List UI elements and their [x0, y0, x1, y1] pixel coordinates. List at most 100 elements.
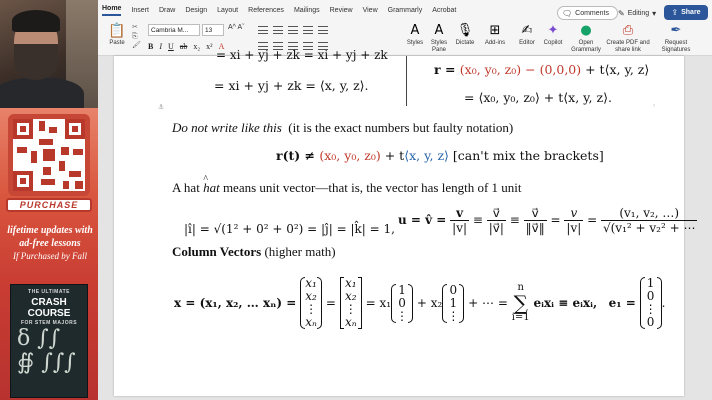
- eq-r-red-part: (x₀, y₀, z₀) − (0,0,0): [459, 62, 582, 77]
- purchase-badge[interactable]: PURCHASE: [6, 198, 92, 212]
- dictate-label: Dictate: [455, 40, 475, 46]
- increase-indent-icon[interactable]: [318, 26, 328, 34]
- sum-lower: i=1: [511, 312, 530, 323]
- dont-write-note: (it is the exact numbers but faulty nota…: [288, 120, 514, 135]
- bullets-icon[interactable]: [258, 26, 268, 34]
- copilot-icon: ✦: [547, 23, 559, 38]
- hat-accent: ^: [203, 174, 208, 185]
- col-e1-vector: 1 0 ⋮ 0: [639, 277, 662, 329]
- comments-label: Comments: [575, 9, 609, 17]
- col-e1-lhs: e₁ =: [608, 296, 636, 310]
- create-pdf-button[interactable]: ⎙ Create PDF and share link: [606, 22, 650, 54]
- column-vectors-note: (higher math): [264, 244, 336, 259]
- book-pretitle: THE ULTIMATE: [28, 289, 70, 295]
- paragraph-mark-icon: ◦: [652, 102, 657, 110]
- tab-home[interactable]: Home: [102, 5, 122, 16]
- tab-grammarly[interactable]: Grammarly: [388, 7, 423, 14]
- tab-draw[interactable]: Draw: [159, 7, 175, 14]
- clipboard-icon: 📋: [108, 23, 126, 39]
- col-sum-mid: = x₁: [365, 296, 392, 310]
- strikethrough-button[interactable]: ab: [180, 42, 188, 51]
- promo-line-3: If Purchased by Fall: [13, 251, 87, 261]
- eq-wrong-blue: ⟨x, y, z⟩: [404, 148, 449, 163]
- column-vectors-title: Column Vectors: [172, 244, 262, 259]
- column-vectors-heading: Column Vectors (higher math): [172, 244, 336, 260]
- microphone-icon: 🎙: [456, 23, 474, 38]
- addins-label: Add-ins: [484, 40, 506, 46]
- numbering-icon[interactable]: [273, 26, 283, 34]
- share-button[interactable]: ⇪ Share: [664, 5, 708, 20]
- tab-view[interactable]: View: [363, 7, 378, 14]
- col-entry: 0: [646, 315, 655, 329]
- copy-icon[interactable]: ⎘: [132, 32, 138, 40]
- col-vector-bracket: x₁ x₂ ⋮ xₙ: [339, 277, 362, 329]
- bold-button[interactable]: B: [148, 42, 153, 51]
- dont-write-line: Do not write like this (it is the exact …: [172, 120, 513, 136]
- document-page[interactable]: = xi + yj + zk = xi + yj + zk = xi + yj …: [114, 48, 698, 396]
- request-signatures-button[interactable]: ✒ Request Signatures: [654, 22, 698, 54]
- font-size-select[interactable]: 13: [202, 24, 224, 36]
- paragraph-row-1: [258, 24, 333, 36]
- eq-wrong-note: [can't mix the brackets]: [452, 148, 604, 163]
- eq-r-symbol: r =: [434, 62, 460, 77]
- cut-icon[interactable]: ✂: [132, 23, 138, 31]
- tab-design[interactable]: Design: [185, 7, 207, 14]
- superscript-button[interactable]: x²: [206, 42, 212, 51]
- underline-button[interactable]: U: [168, 42, 174, 51]
- grammarly-icon: ●: [580, 23, 592, 38]
- create-pdf-label: Create PDF and share link: [606, 40, 650, 53]
- book-cover[interactable]: THE ULTIMATE CRASH COURSE FOR STEM MAJOR…: [10, 284, 88, 398]
- request-signatures-label: Request Signatures: [661, 40, 691, 53]
- comment-icon: 🗨: [562, 8, 573, 18]
- eq-top-right-1: r = (x₀, y₀, z₀) − (0,0,0) + t⟨x, y, z⟩: [434, 62, 649, 77]
- document-area[interactable]: = xi + yj + zk = xi + yj + zk = xi + yj …: [98, 48, 712, 400]
- eq-top-left-1: = xi + yj + zk = xi + yj + zk: [216, 48, 388, 62]
- editing-label: Editing: [627, 9, 650, 17]
- col-entry: ⋮: [447, 308, 460, 323]
- signature-icon: ✒: [670, 23, 682, 38]
- italic-button[interactable]: I: [159, 42, 162, 51]
- editing-mode-button[interactable]: ✎ Editing ▾: [612, 6, 665, 20]
- copilot-button[interactable]: ✦ Copilot: [538, 22, 568, 47]
- eq-column-vector: x = (x₁, x₂, … xₙ) = x₁ x₂ ⋮ xₙ = x₁ x₂ …: [174, 276, 666, 329]
- hat-sentence: A hat ^ hat means unit vector—that is, th…: [172, 174, 522, 196]
- eq-wrong-lhs: r(t) ≠: [276, 148, 320, 163]
- tab-references[interactable]: References: [248, 7, 284, 14]
- tab-layout[interactable]: Layout: [217, 7, 238, 14]
- promo-line-1: lifetime updates with: [7, 225, 93, 236]
- word-ribbon: Home Insert Draw Design Layout Reference…: [98, 0, 712, 56]
- book-title: CRASH COURSE: [27, 297, 71, 319]
- subscript-button[interactable]: x₂: [193, 42, 200, 51]
- frac-arrow-v-over-double-norm: v⃗ ‖v⃗‖: [523, 206, 547, 235]
- col-sum-dots: + ⋯ =: [468, 296, 508, 310]
- eq-r-rest: + t⟨x, y, z⟩: [581, 62, 650, 77]
- col-sum-plus: + x₂: [416, 296, 443, 310]
- webcam-feed: [0, 0, 98, 108]
- tab-mailings[interactable]: Mailings: [294, 7, 320, 14]
- dictate-button[interactable]: 🎙 Dictate: [450, 22, 480, 47]
- addins-icon: ⊞: [489, 23, 501, 38]
- col-entry: 0: [398, 295, 406, 310]
- eq-top-left-2: = xi + yj + zk = ⟨x, y, z⟩.: [214, 78, 369, 93]
- font-name-select[interactable]: Cambria M...: [148, 24, 200, 36]
- open-grammarly-button[interactable]: ● Open Grammarly: [568, 22, 604, 54]
- col-entry: 1: [398, 282, 406, 297]
- font-grow-shrink[interactable]: A^ Aˇ: [228, 24, 245, 31]
- summation-symbol: n ∑ i=1: [511, 282, 530, 323]
- format-painter-icon[interactable]: 🖌: [132, 41, 141, 49]
- col-entry: 1: [449, 295, 458, 310]
- tab-acrobat[interactable]: Acrobat: [432, 7, 456, 14]
- tab-review[interactable]: Review: [330, 7, 353, 14]
- qr-code[interactable]: [8, 114, 90, 196]
- col-entry: xₙ: [344, 315, 357, 329]
- multilevel-list-icon[interactable]: [288, 26, 298, 34]
- comments-button[interactable]: 🗨 Comments: [557, 6, 618, 20]
- addins-button[interactable]: ⊞ Add-ins: [480, 22, 510, 47]
- promo-line-2: ad-free lessons: [19, 238, 81, 249]
- streamer-sidebar: PURCHASE lifetime updates with ad-free l…: [0, 0, 98, 400]
- paste-button[interactable]: 📋 Paste: [104, 22, 130, 54]
- hat-sentence-post: means unit vector—that is, the vector ha…: [219, 180, 522, 195]
- tab-insert[interactable]: Insert: [131, 7, 149, 14]
- decrease-indent-icon[interactable]: [303, 26, 313, 34]
- eq-wrong-red: (x₀, y₀, z₀): [319, 148, 381, 163]
